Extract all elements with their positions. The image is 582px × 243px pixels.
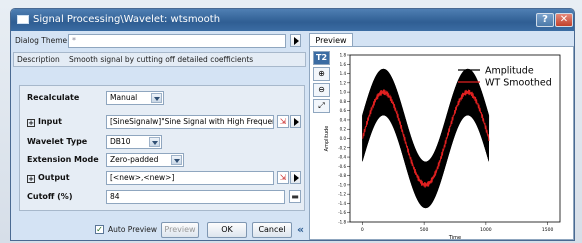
- x-tick-label: 1000: [480, 227, 492, 233]
- close-button[interactable]: ✕: [555, 13, 573, 27]
- ok-button[interactable]: OK: [207, 222, 247, 238]
- expand-plus-icon[interactable]: +: [27, 119, 35, 127]
- smoothing-chart: 1.8 1.6 1.4 1.2 1.0 0.8 0.6 0.4 0.2 0.0 -0.2 -0.4 -0…: [324, 53, 561, 241]
- settings-pane: Dialog Theme * Description Smooth signal…: [13, 33, 306, 240]
- tab-preview[interactable]: Preview: [309, 33, 353, 47]
- dialog-theme-label: Dialog Theme: [15, 36, 68, 45]
- preview-plot-area: T2 ⊕ ⊖ ⤢ 1.8 1.6 1.4 1.2 1.0 0.8 0.6 0.4 0.2 0.0-…: [309, 46, 574, 240]
- dialog-theme-field[interactable]: *: [68, 34, 286, 48]
- y-tick-label: 0.8: [340, 99, 347, 104]
- description-row: Description Smooth signal by cutting off…: [13, 52, 306, 67]
- y-tick-label: -1.8: [338, 220, 346, 225]
- y-tick-label: -0.2: [338, 145, 346, 150]
- x-axis-label: Time: [448, 235, 461, 241]
- dialog-theme-row: Dialog Theme *: [13, 33, 306, 49]
- x-tick-label: 0: [361, 227, 364, 233]
- y-axis-label: Amplitude: [324, 126, 330, 152]
- y-tick-label: -0.6: [338, 164, 346, 169]
- legend-entry: Amplitude: [485, 66, 534, 77]
- input-label: + Input: [27, 117, 62, 127]
- legend-entry: WT Smoothed: [485, 78, 552, 89]
- collapse-icon[interactable]: «: [297, 223, 304, 236]
- y-tick-label: 0.4: [340, 117, 347, 122]
- extension-mode-value: Zero-padded: [110, 155, 159, 164]
- preview-button[interactable]: Preview: [161, 222, 199, 238]
- expand-plus-icon[interactable]: +: [27, 175, 35, 183]
- y-tick-label: 0.2: [340, 127, 347, 132]
- dialog-buttons-row: ✓ Auto Preview Preview OK Cancel «: [15, 221, 308, 240]
- wtsmooth-dialog: Signal Processing\Wavelet: wtsmooth ? ✕ …: [10, 8, 575, 241]
- recalculate-select[interactable]: Manual: [106, 91, 164, 105]
- wavelet-type-value: DB10: [110, 137, 131, 146]
- extension-mode-select[interactable]: Zero-padded: [106, 153, 184, 167]
- recalculate-value: Manual: [110, 93, 138, 102]
- preview-pane: Preview T2 ⊕ ⊖ ⤢ 1.8 1.6 1.4 1.2 1.0 0.8 0.6 0.…: [309, 33, 574, 240]
- y-tick-label: -1.4: [338, 201, 346, 206]
- y-tick-label: 1.4: [340, 71, 347, 76]
- output-menu-arrow-icon[interactable]: [290, 171, 301, 184]
- y-tick-label: -0.4: [338, 155, 346, 160]
- y-tick-label: 0.0: [340, 136, 347, 141]
- range-select-icon[interactable]: ⇲: [277, 115, 289, 128]
- help-button[interactable]: ?: [536, 13, 554, 27]
- y-tick-label: -1.2: [338, 192, 346, 197]
- window-title: Signal Processing\Wavelet: wtsmooth: [33, 14, 221, 25]
- wavelet-type-select[interactable]: DB10: [106, 135, 162, 149]
- y-tick-label: 1.6: [340, 62, 347, 67]
- y-tick-label: -1.6: [338, 210, 346, 215]
- output-label: + Output: [27, 173, 70, 183]
- theme-menu-arrow-icon[interactable]: [290, 34, 301, 47]
- chevron-down-icon: [171, 155, 182, 165]
- slider-toggle-icon[interactable]: ▬: [289, 190, 301, 203]
- chevron-down-icon: [151, 93, 162, 103]
- y-tick-label: 1.0: [340, 90, 347, 95]
- extension-mode-label: Extension Mode: [27, 155, 99, 164]
- description-label: Description: [17, 55, 60, 64]
- wavelet-type-label: Wavelet Type: [27, 137, 88, 146]
- description-text: Smooth signal by cutting off detailed co…: [69, 55, 254, 64]
- parameters-panel: Recalculate Manual + Input [SineSignalw]"…: [19, 85, 305, 211]
- cancel-button[interactable]: Cancel: [252, 222, 292, 238]
- recalculate-label: Recalculate: [27, 93, 80, 102]
- y-tick-label: -1.0: [338, 182, 346, 187]
- title-bar: Signal Processing\Wavelet: wtsmooth ? ✕: [11, 9, 574, 31]
- input-field[interactable]: [SineSignalw]"Sine Signal with High Freq…: [106, 115, 274, 129]
- y-tick-label: 1.2: [340, 80, 347, 85]
- cutoff-label: Cutoff (%): [27, 192, 73, 201]
- auto-preview-label: Auto Preview: [108, 225, 157, 234]
- auto-preview-checkbox[interactable]: ✓: [95, 225, 104, 234]
- window-icon: [17, 15, 29, 24]
- chevron-down-icon: [149, 137, 160, 147]
- x-tick-label: 500: [420, 227, 429, 233]
- x-tick-label: 1500: [542, 227, 554, 233]
- cutoff-input[interactable]: 84: [106, 190, 285, 204]
- y-tick-label: 1.8: [340, 53, 347, 58]
- range-select-icon[interactable]: ⇲: [277, 171, 289, 184]
- input-menu-arrow-icon[interactable]: [290, 115, 301, 128]
- output-field[interactable]: [<new>,<new>]: [106, 171, 274, 185]
- y-tick-label: -0.8: [338, 173, 346, 178]
- y-tick-label: 0.6: [340, 108, 347, 113]
